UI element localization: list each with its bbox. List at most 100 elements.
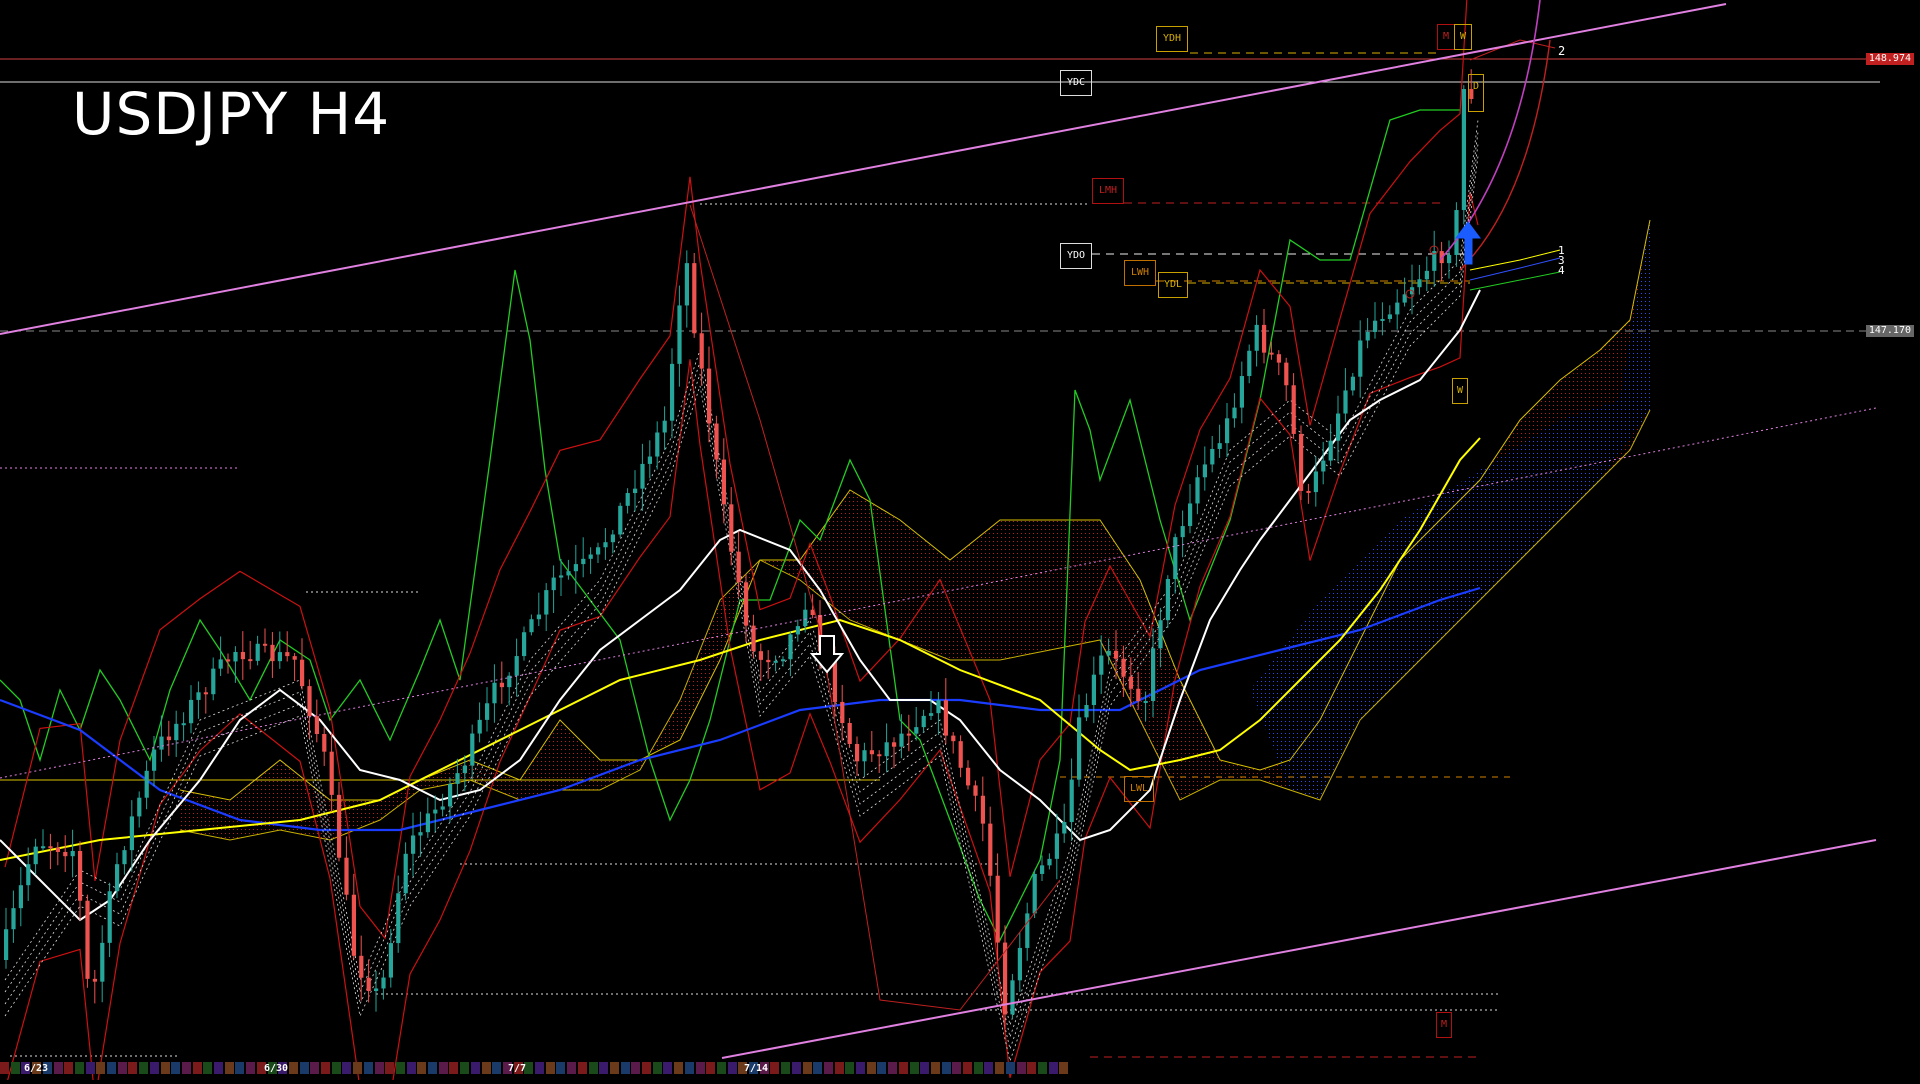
date-strip-segment xyxy=(1037,1062,1047,1074)
candle-body xyxy=(1269,352,1274,355)
candle-body xyxy=(33,846,38,865)
date-strip-segment xyxy=(909,1062,919,1074)
candle-body xyxy=(411,835,416,854)
candle-body xyxy=(729,504,734,552)
candle-body xyxy=(1195,477,1200,504)
candle-body xyxy=(662,420,667,433)
candle-body xyxy=(573,564,578,572)
candle-body xyxy=(1247,350,1252,377)
candle-body xyxy=(492,682,497,704)
candle-body xyxy=(684,263,689,306)
candle-body xyxy=(736,551,741,583)
date-strip-segment xyxy=(973,1062,983,1074)
candle-body xyxy=(1299,433,1304,491)
candle-body xyxy=(455,773,460,784)
candle-body xyxy=(477,719,482,734)
candle-body xyxy=(292,656,297,660)
date-strip-segment xyxy=(342,1062,352,1074)
candle-body xyxy=(1188,503,1193,527)
label-m-bottom: M xyxy=(1436,1012,1452,1038)
label-ydh: YDH xyxy=(1156,26,1188,52)
date-strip-segment xyxy=(963,1062,972,1074)
date-strip-segment xyxy=(428,1062,437,1074)
candle-body xyxy=(196,692,201,700)
candle-body xyxy=(462,765,467,774)
candle-body xyxy=(226,659,231,662)
candle-body xyxy=(344,857,349,895)
date-strip-segment xyxy=(246,1062,256,1074)
candle-body xyxy=(877,754,882,757)
candle-body xyxy=(1328,440,1333,461)
date-strip-segment xyxy=(599,1062,609,1074)
candle-body xyxy=(189,699,194,724)
candle-body xyxy=(633,488,638,494)
candle-body xyxy=(144,770,149,798)
trend-channel xyxy=(0,0,1877,1059)
candle-body xyxy=(559,575,564,578)
date-strip-segment xyxy=(331,1062,341,1074)
candle-body xyxy=(1173,537,1178,580)
date-strip-segment xyxy=(823,1062,833,1074)
candle-body xyxy=(233,651,238,662)
candle-body xyxy=(388,943,393,978)
candle-body xyxy=(980,795,985,824)
candle-body xyxy=(884,742,889,757)
right-number-2: 2 xyxy=(1558,44,1566,58)
date-strip-segment xyxy=(10,1062,20,1074)
date-strip-segment xyxy=(149,1062,159,1074)
candle-body xyxy=(1313,471,1318,493)
candle-body xyxy=(107,891,112,943)
candle-body xyxy=(85,900,90,979)
candle-body xyxy=(181,723,186,726)
candle-body xyxy=(152,749,157,771)
label-lmh: LMH xyxy=(1092,178,1124,204)
date-strip-segment xyxy=(449,1062,459,1074)
candle-body xyxy=(670,363,675,421)
candle-body xyxy=(1336,413,1341,441)
candle-body xyxy=(203,692,208,695)
candle-body xyxy=(255,643,260,661)
candle-body xyxy=(1461,89,1466,211)
candle-body xyxy=(610,534,615,543)
ma-yellow-line xyxy=(0,437,1481,861)
candle-body xyxy=(677,305,682,364)
candle-body xyxy=(892,742,897,747)
ma-fan-line xyxy=(4,119,1479,1027)
date-strip-segment xyxy=(930,1062,940,1074)
projection-1 xyxy=(1469,249,1561,271)
candle-body xyxy=(351,894,356,956)
candle-body xyxy=(1128,676,1133,689)
chart-area xyxy=(0,0,1920,1084)
candle-body xyxy=(1262,324,1267,353)
candle-body xyxy=(55,847,60,852)
candle-body xyxy=(529,619,534,633)
candle-body xyxy=(692,263,697,334)
label-lwh: LWH xyxy=(1124,260,1156,286)
date-label-0: 6/23 xyxy=(24,1063,49,1074)
date-strip-segment xyxy=(588,1062,598,1074)
candle-body xyxy=(1099,655,1104,675)
candle-body xyxy=(551,577,556,591)
candle-body xyxy=(596,547,601,555)
date-strip xyxy=(0,1060,1076,1076)
candle-body xyxy=(758,651,763,660)
date-strip-segment xyxy=(631,1062,641,1074)
date-strip-segment xyxy=(674,1062,684,1074)
date-strip-segment xyxy=(406,1062,416,1074)
candle-body xyxy=(1217,443,1222,449)
candle-body xyxy=(943,700,948,736)
candle-body xyxy=(1350,376,1355,391)
date-strip-segment xyxy=(834,1062,844,1074)
candle-body xyxy=(448,783,453,807)
candle-body xyxy=(1276,354,1281,363)
date-strip-segment xyxy=(1059,1062,1069,1074)
candle-body xyxy=(1180,526,1185,538)
candle-body xyxy=(995,875,1000,943)
candle-body xyxy=(1321,460,1326,472)
date-strip-segment xyxy=(663,1062,673,1074)
candle-body xyxy=(433,809,438,814)
date-strip-segment xyxy=(1005,1062,1015,1074)
candle-body xyxy=(1254,324,1259,351)
label-ydo: YDO xyxy=(1060,243,1092,269)
date-strip-segment xyxy=(652,1062,662,1074)
